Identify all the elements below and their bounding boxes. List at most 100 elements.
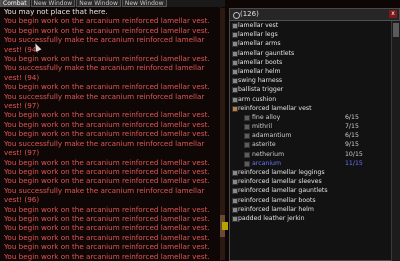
item-icon (232, 78, 238, 85)
row-label: arm cushion (238, 95, 277, 103)
item-icon (232, 87, 238, 94)
recipe-row[interactable]: reinforced lamellar vest (230, 104, 390, 113)
recipe-row[interactable]: lamellar arms (230, 39, 390, 48)
chat-line: You begin work on the arcanium reinforce… (4, 213, 210, 223)
recipe-row[interactable]: lamellar gauntlets (230, 49, 390, 58)
item-icon (244, 124, 250, 131)
close-button[interactable]: x (389, 10, 397, 18)
recipe-row[interactable]: lamellar legs (230, 30, 390, 39)
expand-icon (232, 105, 238, 112)
row-label: reinforced lamellar boots (238, 196, 316, 204)
panel-scrollbar[interactable] (391, 21, 400, 261)
row-label: lamellar helm (238, 67, 281, 75)
chat-line: You begin work on the arcanium reinforce… (4, 119, 210, 129)
tab-new-window-1[interactable]: New Window (30, 0, 76, 7)
chat-line: vest! (97) (4, 101, 40, 111)
chat-log[interactable]: You may not place that here. You begin wo… (0, 7, 221, 261)
panel-scrollbar-thumb[interactable] (393, 23, 399, 37)
chat-line: You begin work on the arcanium reinforce… (4, 166, 210, 176)
item-icon (232, 197, 238, 204)
item-icon (232, 50, 238, 57)
recipe-row[interactable]: reinforced lamellar sleeves (230, 177, 390, 186)
recipe-row[interactable]: ballista trigger (230, 85, 390, 94)
item-icon (232, 23, 238, 29)
chat-line: You begin work on the arcanium reinforce… (4, 82, 210, 92)
row-label: reinforced lamellar sleeves (238, 178, 322, 186)
item-icon (244, 114, 250, 121)
chat-line: You begin work on the arcanium reinforce… (4, 16, 210, 26)
recipe-row[interactable]: swing harness (230, 76, 390, 85)
row-label: swing harness (238, 77, 283, 85)
chat-line: You successfully make the arcanium reinf… (4, 185, 205, 195)
resize-handle[interactable] (222, 222, 228, 230)
row-label: arcanium (252, 159, 281, 167)
row-label: fine alloy (252, 113, 281, 121)
recipe-row[interactable]: lamellar helm (230, 67, 390, 76)
recipe-row[interactable]: lamellar vest (230, 21, 390, 30)
recipe-row[interactable]: lamellar boots (230, 58, 390, 67)
recipe-panel: (126) x lamellar vest lamellar legs lamell… (229, 8, 400, 261)
item-icon (232, 179, 238, 186)
item-icon (232, 188, 238, 195)
item-icon (244, 142, 250, 149)
tab-new-window-3[interactable]: New Window (121, 0, 167, 7)
row-count: 6/15 (345, 113, 359, 121)
chat-line: You begin work on the arcanium reinforce… (4, 110, 210, 120)
tab-new-window-2[interactable]: New Window (76, 0, 121, 7)
row-label: ballista trigger (238, 86, 284, 94)
item-icon (232, 96, 238, 103)
row-count: 11/15 (345, 159, 363, 167)
material-row[interactable]: mithril 7/15 (230, 122, 390, 131)
chat-line: You successfully make the arcanium reinf… (4, 91, 205, 101)
chat-line: You successfully make the arcanium reinf… (4, 138, 205, 148)
item-icon (232, 206, 238, 213)
panel-icon (233, 12, 240, 19)
row-count: 6/15 (345, 132, 359, 140)
chat-tab-bar: Combat New Window New Window New Window (0, 0, 225, 7)
material-row[interactable]: fine alloy 6/15 (230, 113, 390, 122)
row-label: lamellar legs (238, 31, 278, 39)
recipe-row[interactable]: reinforced lamellar boots (230, 196, 390, 205)
chat-line: You may not place that here. (4, 7, 108, 16)
row-label: netherium (252, 150, 285, 158)
item-icon (244, 151, 250, 158)
row-label: lamellar arms (238, 40, 281, 48)
row-label: reinforced lamellar gauntlets (238, 187, 328, 195)
recipe-row[interactable]: padded leather jerkin (230, 214, 390, 223)
row-label: lamellar gauntlets (238, 49, 295, 57)
item-icon (232, 68, 238, 75)
chat-line: You begin work on the arcanium reinforce… (4, 129, 210, 139)
chat-line: vest! (96) (4, 195, 40, 205)
material-row[interactable]: netherium 10/15 (230, 150, 390, 159)
recipe-row[interactable]: reinforced lamellar gauntlets (230, 186, 390, 195)
item-icon (244, 160, 250, 167)
material-row[interactable]: arcanium 11/15 (230, 159, 390, 168)
recipe-row[interactable]: reinforced lamellar helm (230, 205, 390, 214)
recipe-row[interactable]: arm cushion (230, 95, 390, 104)
row-label: lamellar vest (238, 22, 279, 29)
chat-line: You begin work on the arcanium reinforce… (4, 204, 210, 214)
row-label: asterite (252, 141, 276, 149)
item-icon (232, 59, 238, 66)
material-row[interactable]: adamantium 6/15 (230, 131, 390, 140)
row-label: reinforced lamellar leggings (238, 169, 325, 176)
row-count: 10/15 (345, 150, 363, 158)
item-icon (232, 170, 238, 176)
item-icon (232, 32, 238, 39)
chat-line: You begin work on the arcanium reinforce… (4, 223, 210, 233)
tab-combat[interactable]: Combat (0, 0, 30, 7)
chat-line: You successfully make the arcanium reinf… (4, 63, 205, 73)
row-label: padded leather jerkin (238, 214, 305, 222)
chat-line: You begin work on the arcanium reinforce… (4, 25, 210, 35)
item-icon (244, 133, 250, 140)
material-row[interactable]: asterite 9/15 (230, 140, 390, 149)
chat-line: You begin work on the arcanium reinforce… (4, 157, 210, 167)
panel-title-bar[interactable]: (126) x (230, 9, 399, 21)
chat-line: You begin work on the arcanium reinforce… (4, 242, 210, 252)
row-label: reinforced lamellar helm (238, 205, 314, 213)
recipe-row[interactable]: reinforced lamellar leggings (230, 168, 390, 177)
chat-line: You begin work on the arcanium reinforce… (4, 176, 210, 186)
recipe-list: lamellar vest lamellar legs lamellar arms l… (230, 21, 390, 261)
item-icon (232, 41, 238, 48)
row-label: mithril (252, 123, 273, 131)
